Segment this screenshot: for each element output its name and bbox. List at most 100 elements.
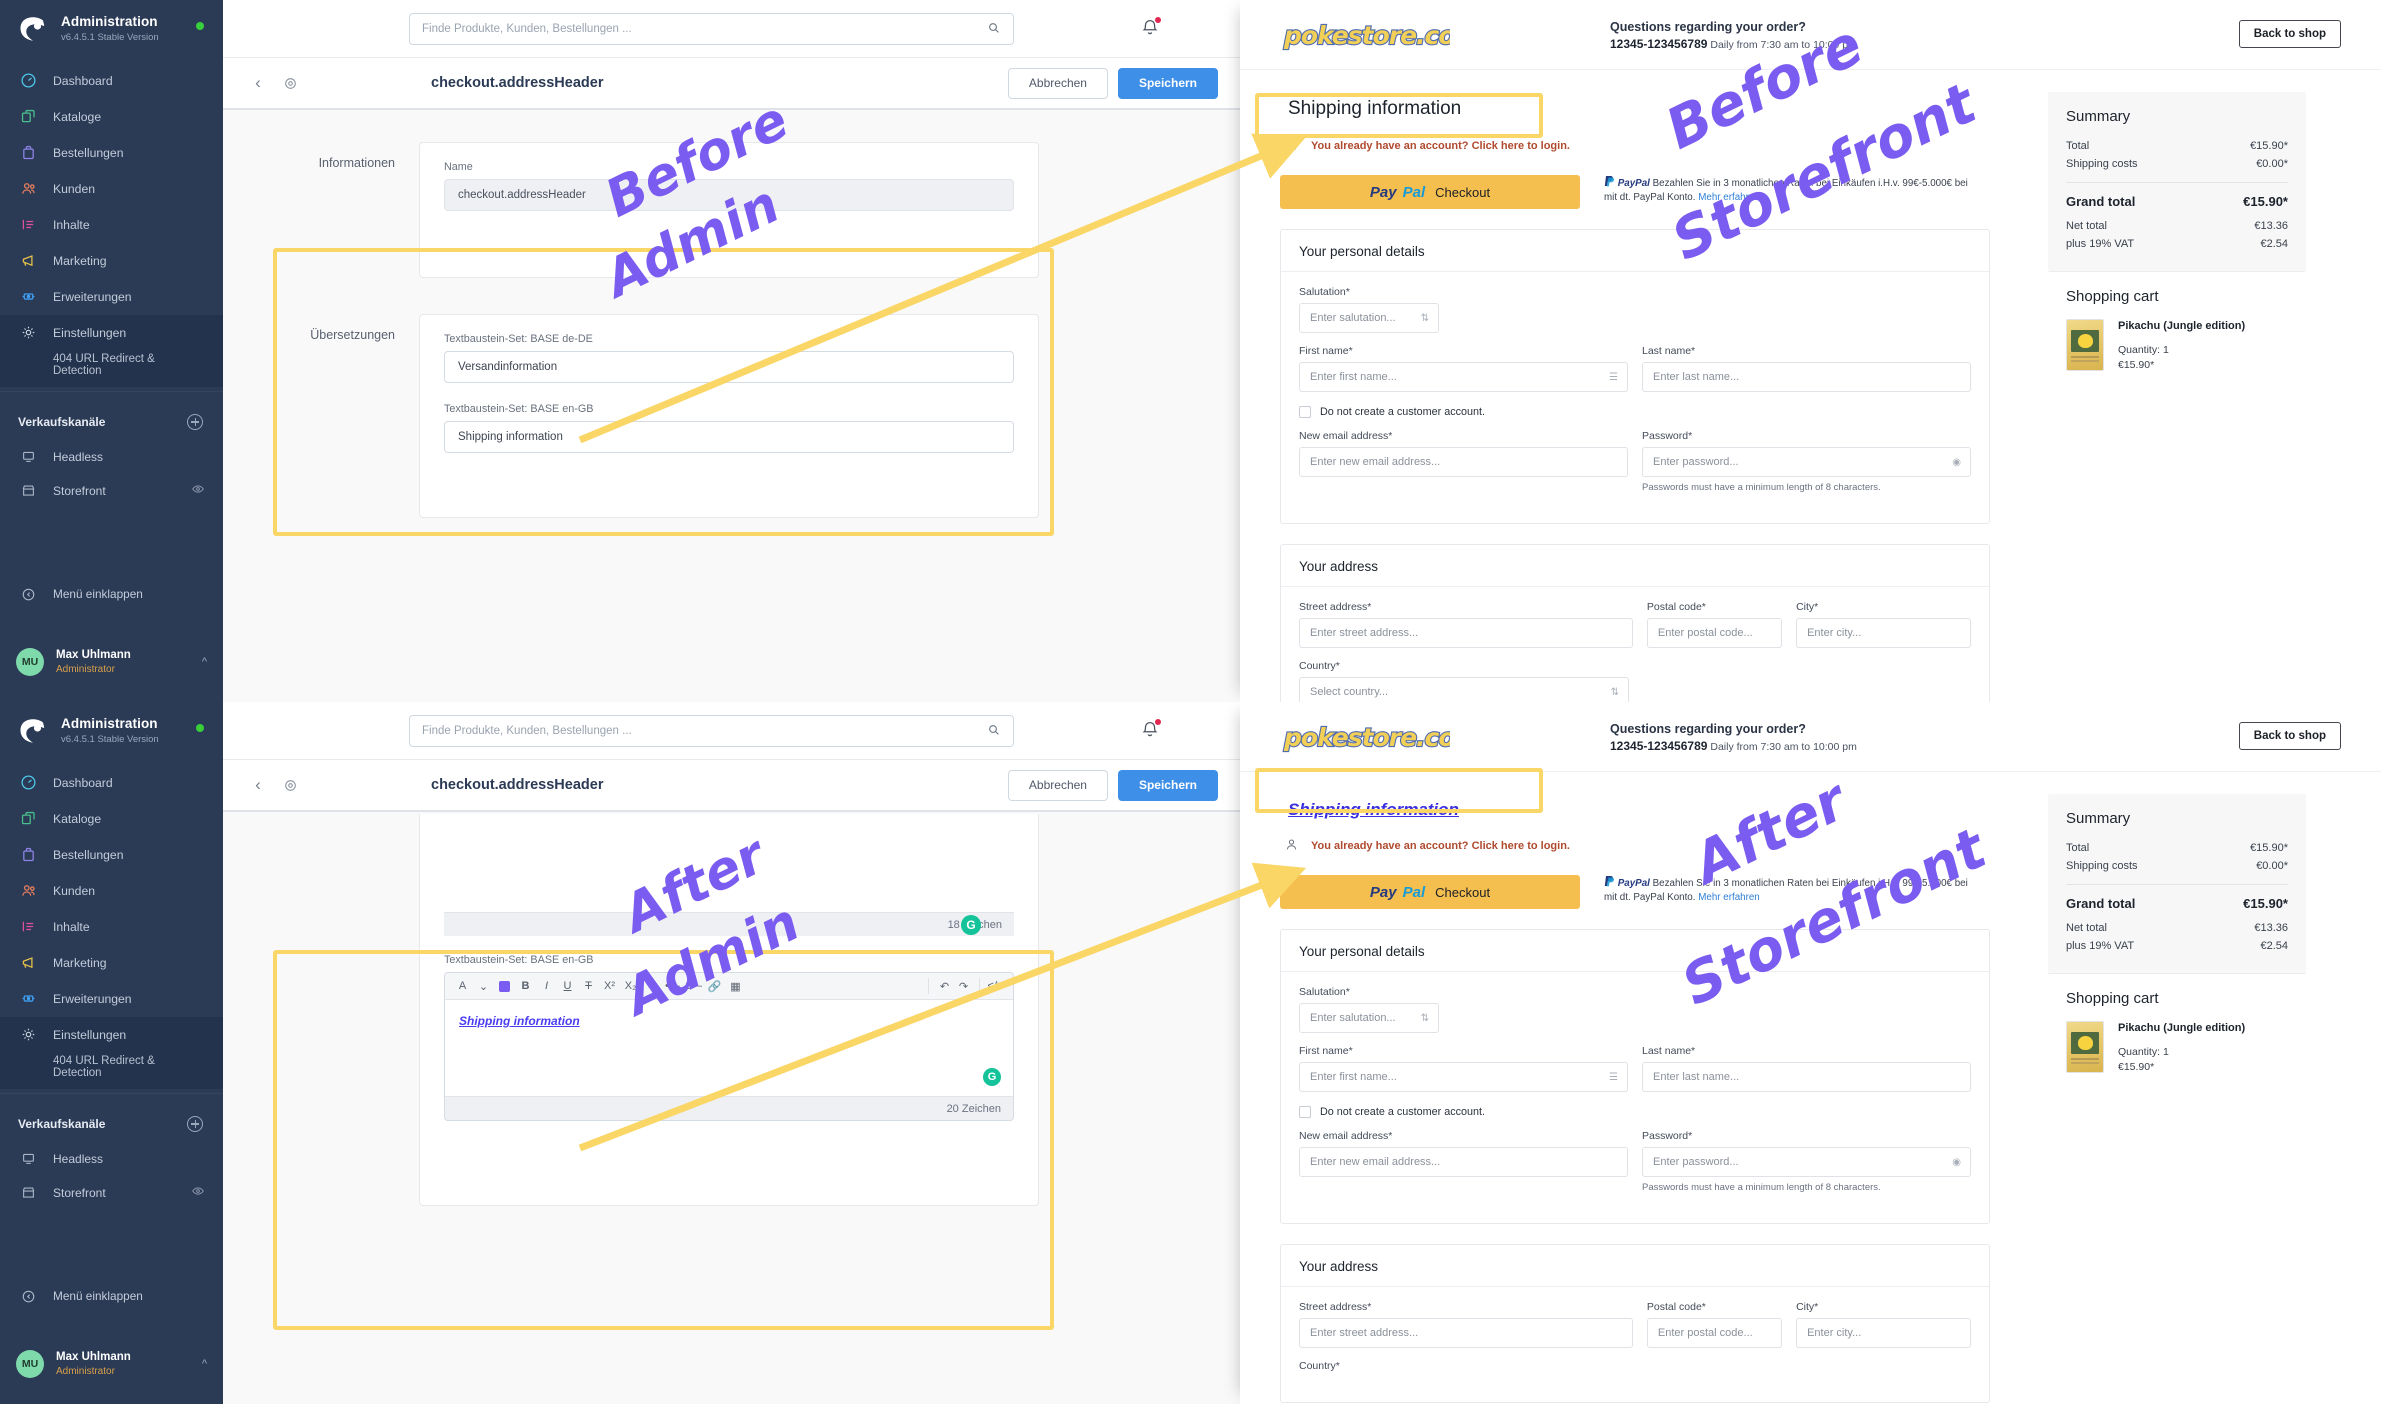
settings-gear-icon[interactable] [277,70,303,96]
street-input[interactable]: Enter street address... [1299,618,1633,648]
add-channel-icon[interactable] [187,1116,203,1132]
no-account-checkbox[interactable] [1299,1106,1311,1118]
italic-icon[interactable]: I [537,977,556,996]
superscript-icon[interactable]: X² [600,977,619,996]
city-input[interactable]: Enter city... [1796,618,1971,648]
paypal-checkout-button[interactable]: PayPal Checkout [1280,175,1580,209]
checkout-heading-link[interactable]: Shipping information [1280,794,1467,826]
save-button[interactable]: Speichern [1118,68,1218,99]
grammarly-icon-upper[interactable]: G [961,915,981,935]
snippet-de-input[interactable]: Versandinformation [444,351,1014,383]
undo-icon[interactable]: ↶ [935,977,954,996]
product-thumbnail[interactable] [2066,1021,2104,1073]
sidebar-item-einstellungen[interactable]: Einstellungen [0,315,223,351]
postal-input[interactable]: Enter postal code... [1647,618,1782,648]
save-button[interactable]: Speichern [1118,770,1218,801]
login-notice[interactable]: You already have an account? Click here … [1284,137,2030,155]
cancel-button[interactable]: Abbrechen [1008,68,1108,99]
sidebar-item-kataloge[interactable]: Kataloge [0,99,223,135]
redo-icon[interactable]: ↷ [954,977,973,996]
search-input[interactable]: Finde Produkte, Kunden, Bestellungen ... [409,715,1014,747]
table-icon[interactable]: ▦ [726,977,745,996]
storefront-logo[interactable]: pokestore.com [1280,12,1450,58]
sidebar-item-einstellungen[interactable]: Einstellungen [0,1017,223,1053]
add-channel-icon[interactable] [187,414,203,430]
cancel-button[interactable]: Abbrechen [1008,770,1108,801]
link-icon[interactable]: 🔗 [705,977,724,996]
autofill-icon[interactable]: ☰ [1609,372,1618,383]
sidebar-item-inhalte[interactable]: Inhalte [0,909,223,945]
paypal-learn-more-link[interactable]: Mehr erfahren [1698,192,1760,203]
show-password-icon[interactable]: ◉ [1952,457,1961,468]
sidebar-item-dashboard[interactable]: Dashboard [0,63,223,99]
color-swatch-icon[interactable] [499,981,510,992]
country-select[interactable]: Select country... ⇅ [1299,677,1629,702]
sidebar-channel-storefront[interactable]: Storefront [0,474,223,508]
strikethrough-icon[interactable]: T [579,977,598,996]
last-name-input[interactable]: Enter last name... [1642,362,1971,392]
no-account-checkbox[interactable] [1299,406,1311,418]
sidebar-item-marketing[interactable]: Marketing [0,945,223,981]
settings-gear-icon[interactable] [277,772,303,798]
snippet-en-input[interactable]: Shipping information [444,421,1014,453]
underline-icon[interactable]: U [558,977,577,996]
sidebar-subitem-404-redirect[interactable]: 404 URL Redirect & Detection [0,351,223,387]
storefront-logo[interactable]: pokestore.com [1280,714,1450,760]
back-to-shop-button[interactable]: Back to shop [2239,722,2341,750]
grammarly-icon[interactable]: G [983,1068,1001,1086]
sidebar-collapse-button[interactable]: Menü einklappen [0,1280,223,1312]
paypal-checkout-button[interactable]: PayPal Checkout [1280,875,1580,909]
back-button[interactable]: ‹ [245,772,271,798]
login-notice[interactable]: You already have an account? Click here … [1284,837,2030,855]
postal-input[interactable]: Enter postal code... [1647,1318,1782,1348]
sidebar-item-marketing[interactable]: Marketing [0,243,223,279]
salutation-select[interactable]: Enter salutation... ⇅ [1299,303,1439,333]
search-input[interactable]: Finde Produkte, Kunden, Bestellungen ... [409,13,1014,45]
password-input[interactable]: Enter password... ◉ [1642,1147,1971,1177]
salutation-select[interactable]: Enter salutation... ⇅ [1299,1003,1439,1033]
sidebar-user-menu[interactable]: MU Max Uhlmann Administrator ^ [0,1342,223,1386]
bold-icon[interactable]: B [516,977,535,996]
last-name-input[interactable]: Enter last name... [1642,1062,1971,1092]
sidebar-item-kataloge[interactable]: Kataloge [0,801,223,837]
sidebar-subitem-404-redirect[interactable]: 404 URL Redirect & Detection [0,1053,223,1089]
list-bullet-icon[interactable]: •— [663,977,682,996]
align-icon[interactable]: ≡ [642,977,661,996]
rte-content-area[interactable]: Shipping information G [445,1000,1013,1096]
code-icon[interactable]: </> [986,977,1005,996]
sidebar-item-kunden[interactable]: Kunden [0,873,223,909]
admin-brand[interactable]: Administration v6.4.5.1 Stable Version [0,702,223,757]
sidebar-item-inhalte[interactable]: Inhalte [0,207,223,243]
sidebar-item-kunden[interactable]: Kunden [0,171,223,207]
first-name-input[interactable]: Enter first name... ☰ [1299,362,1628,392]
sidebar-item-erweiterungen[interactable]: Erweiterungen [0,981,223,1017]
sidebar-item-erweiterungen[interactable]: Erweiterungen [0,279,223,315]
sidebar-item-dashboard[interactable]: Dashboard [0,765,223,801]
preview-eye-icon[interactable] [191,1184,205,1201]
sidebar-item-bestellungen[interactable]: Bestellungen [0,135,223,171]
first-name-input[interactable]: Enter first name... ☰ [1299,1062,1628,1092]
list-number-icon[interactable]: 1— [684,977,703,996]
product-thumbnail[interactable] [2066,319,2104,371]
subscript-icon[interactable]: X₂ [621,977,640,996]
street-input[interactable]: Enter street address... [1299,1318,1633,1348]
chevron-down-icon[interactable]: ⌄ [474,977,493,996]
sidebar-item-bestellungen[interactable]: Bestellungen [0,837,223,873]
password-input[interactable]: Enter password... ◉ [1642,447,1971,477]
no-account-row[interactable]: Do not create a customer account. [1299,1106,1971,1118]
notification-bell-icon[interactable] [1140,17,1162,39]
font-icon[interactable]: A [453,977,472,996]
email-input[interactable]: Enter new email address... [1299,1147,1628,1177]
sidebar-collapse-button[interactable]: Menü einklappen [0,578,223,610]
admin-brand[interactable]: Administration v6.4.5.1 Stable Version [0,0,223,55]
email-input[interactable]: Enter new email address... [1299,447,1628,477]
autofill-icon[interactable]: ☰ [1609,1072,1618,1083]
sidebar-channel-headless[interactable]: Headless [0,440,223,474]
sidebar-channel-storefront[interactable]: Storefront [0,1176,223,1210]
sidebar-user-menu[interactable]: MU Max Uhlmann Administrator ^ [0,640,223,684]
paypal-learn-more-link[interactable]: Mehr erfahren [1698,892,1760,903]
sidebar-channel-headless[interactable]: Headless [0,1142,223,1176]
back-to-shop-button[interactable]: Back to shop [2239,20,2341,48]
preview-eye-icon[interactable] [191,482,205,499]
no-account-row[interactable]: Do not create a customer account. [1299,406,1971,418]
